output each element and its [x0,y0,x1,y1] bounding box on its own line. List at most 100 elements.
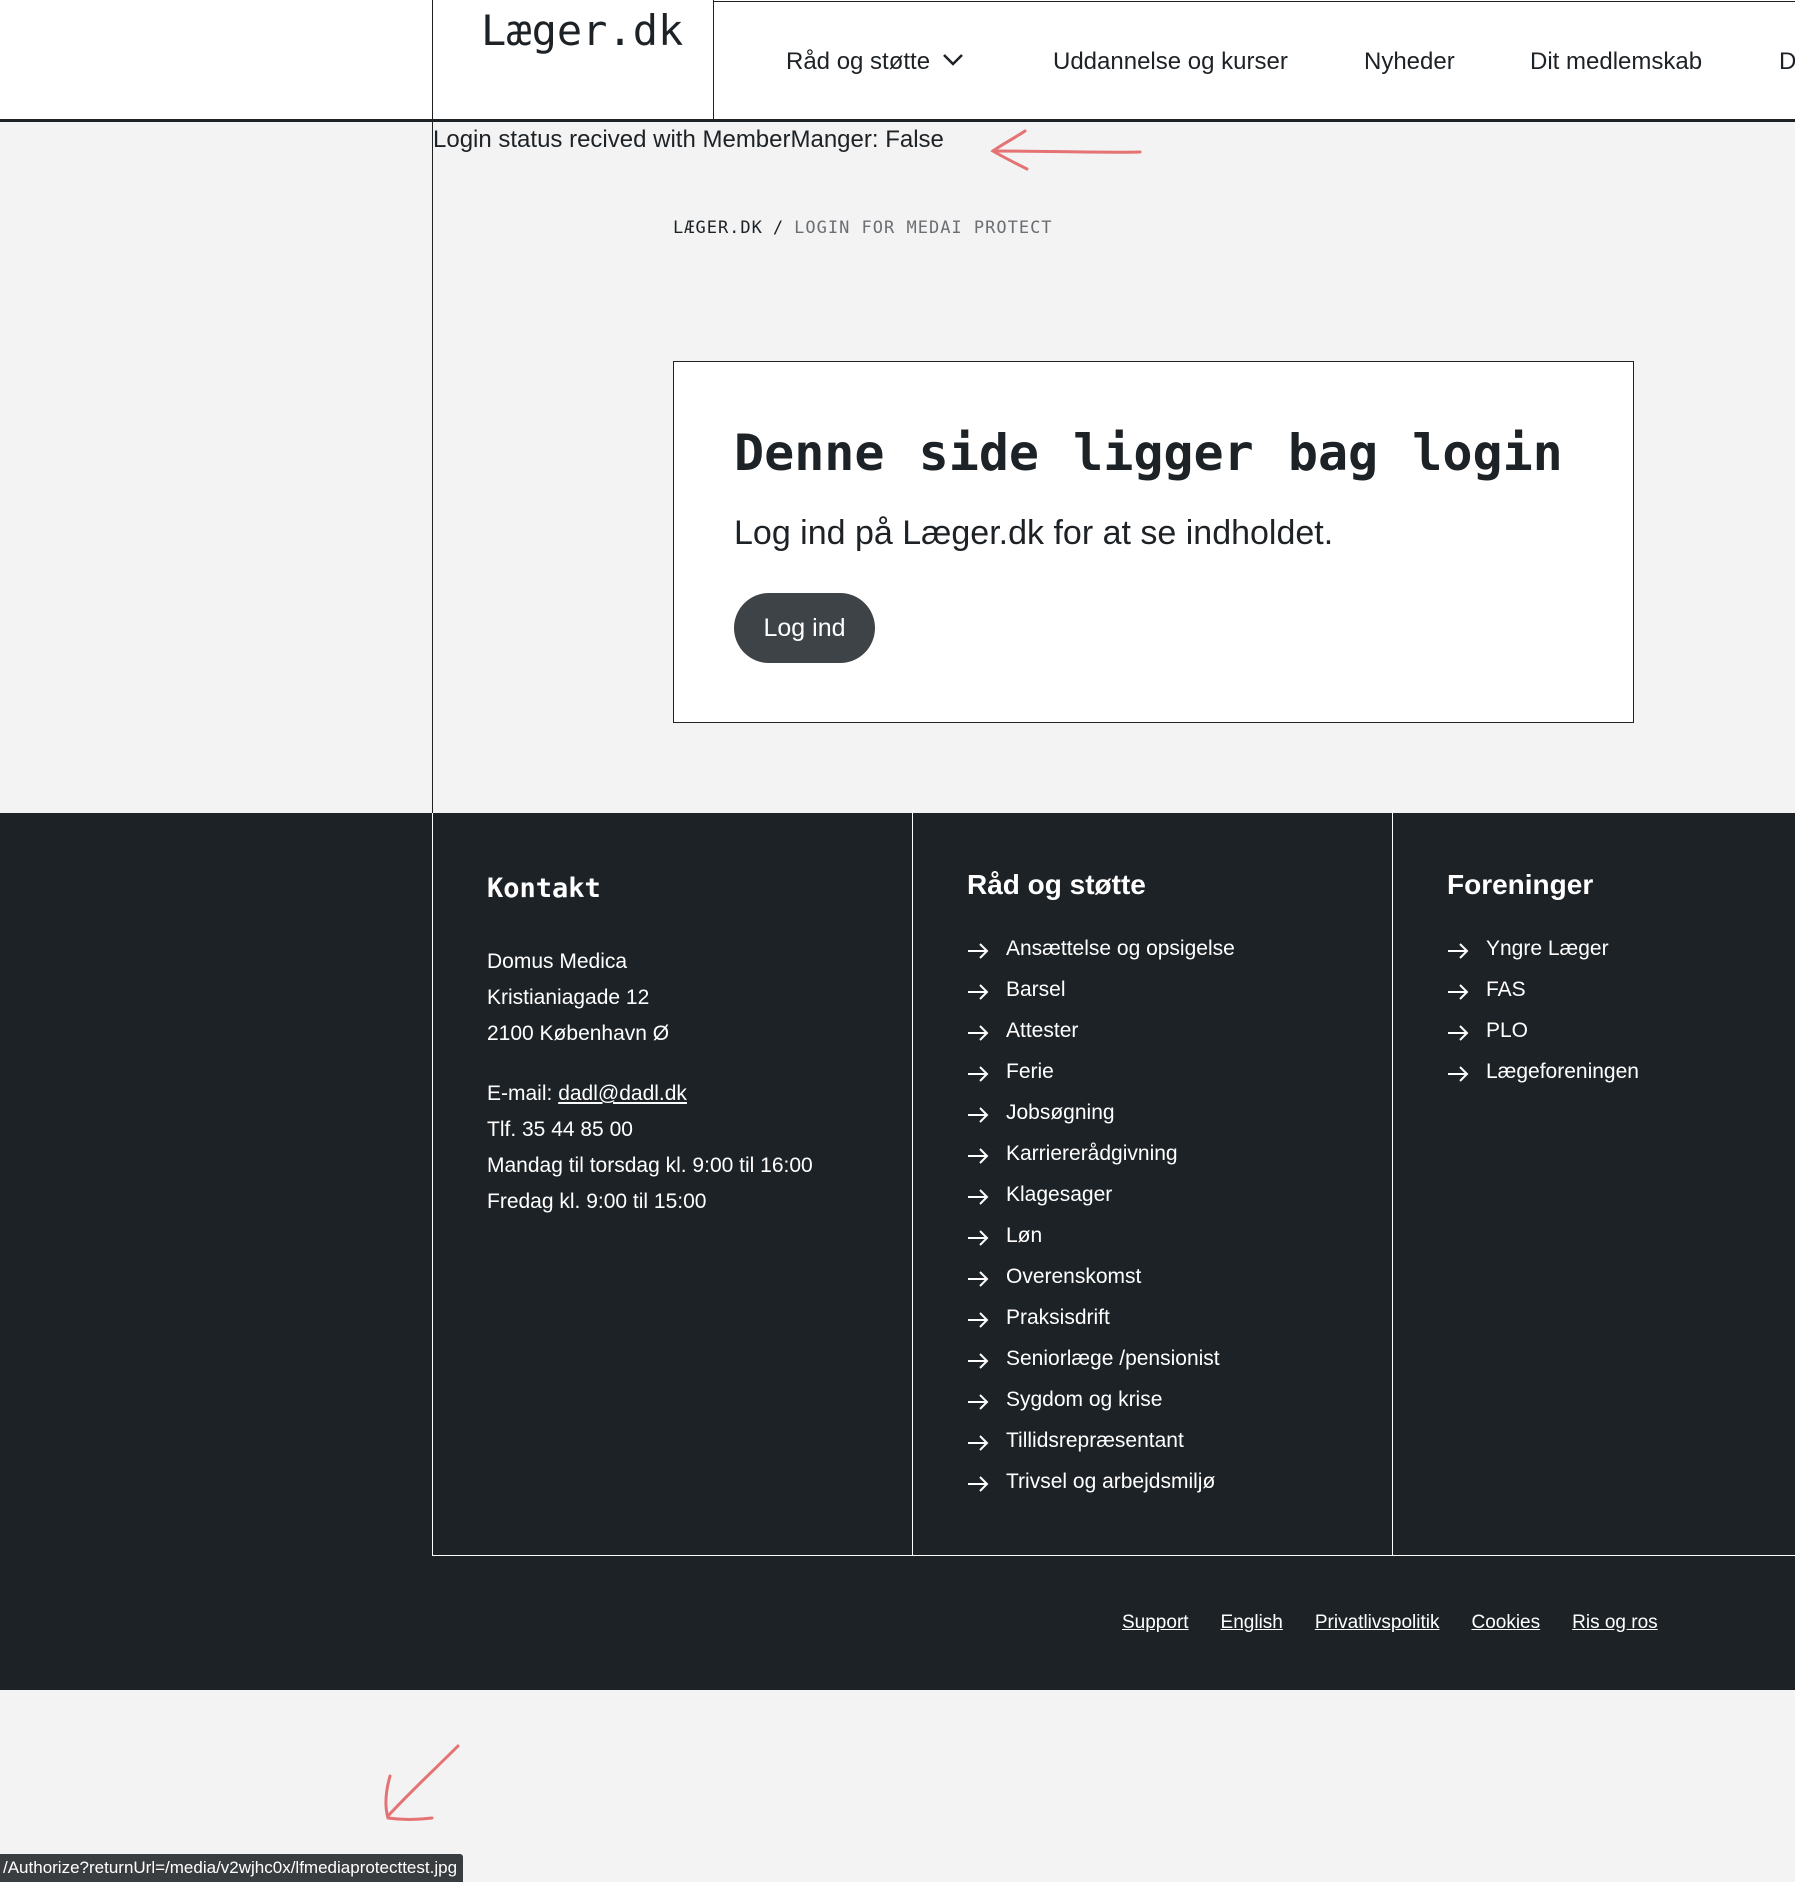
nav-item-overflow[interactable]: D [1779,48,1795,76]
footer-support-link-label: Ferie [1006,1059,1054,1083]
email-link[interactable]: dadl@dadl.dk [558,1082,687,1105]
footer-association-link[interactable]: Lægeforeningen [1447,1051,1639,1092]
annotation-arrow-down-left-icon [376,1740,466,1835]
footer-association-link-label: Lægeforeningen [1486,1059,1639,1083]
footer-divider [912,813,913,1556]
nav-item-uddannelse[interactable]: Uddannelse og kurser [1053,48,1288,76]
footer-support-link-label: Overenskomst [1006,1264,1142,1288]
arrow-right-icon [967,1351,989,1369]
footer-association-link[interactable]: FAS [1447,969,1639,1010]
browser-status-bar-url: /Authorize?returnUrl=/media/v2wjhc0x/lfm… [0,1854,464,1882]
arrow-right-icon [967,1392,989,1410]
site-footer: Kontakt Domus Medica Kristianiagade 12 2… [0,813,1795,1690]
contact-hours-line: Mandag til torsdag kl. 9:00 til 16:00 [487,1154,813,1177]
footer-bottom-link[interactable]: Support [1122,1612,1189,1633]
footer-support-link[interactable]: Trivsel og arbejdsmiljø [967,1461,1235,1502]
contact-phone: Tlf. 35 44 85 00 [487,1118,633,1141]
arrow-right-icon [1447,982,1469,1000]
footer-bottom-divider [432,1555,1795,1556]
arrow-right-icon [1447,1023,1469,1041]
footer-bottom-link[interactable]: Privatlivspolitik [1315,1612,1440,1633]
footer-contact-info: Domus Medica Kristianiagade 12 2100 Købe… [487,944,813,1220]
contact-email-line: E-mail: dadl@dadl.dk [487,1076,813,1112]
breadcrumb: LÆGER.DK / LOGIN FOR MEDAI PROTECT [673,218,1053,238]
contact-hours-line: Fredag kl. 9:00 til 15:00 [487,1190,707,1213]
footer-support-link[interactable]: Barsel [967,969,1235,1010]
footer-support-link[interactable]: Klagesager [967,1174,1235,1215]
footer-support-link[interactable]: Ferie [967,1051,1235,1092]
breadcrumb-current: LOGIN FOR MEDAI PROTECT [794,218,1053,238]
arrow-right-icon [967,1474,989,1492]
footer-associations-list: Yngre Læger FAS PLO Lægeforeningen [1447,928,1639,1092]
nav-item-nyheder[interactable]: Nyheder [1364,48,1455,76]
footer-support-link-label: Ansættelse og opsigelse [1006,936,1235,960]
footer-association-link[interactable]: Yngre Læger [1447,928,1639,969]
footer-support-link[interactable]: Attester [967,1010,1235,1051]
arrow-right-icon [1447,1064,1469,1082]
footer-support-link[interactable]: Praksisdrift [967,1297,1235,1338]
login-status-text: Login status recived with MemberManger: … [433,126,944,153]
footer-support-link[interactable]: Seniorlæge /pensionist [967,1338,1235,1379]
nav-item-raad-og-stoette[interactable]: Råd og støtte [786,48,964,77]
main-nav: Råd og støtte Uddannelse og kurser Nyhed… [714,0,1795,122]
footer-support-link-label: Jobsøgning [1006,1100,1115,1124]
breadcrumb-separator: / [772,218,785,238]
footer-support-link[interactable]: Overenskomst [967,1256,1235,1297]
annotation-arrow-left-icon [985,125,1145,180]
footer-support-link-label: Praksisdrift [1006,1305,1110,1329]
footer-support-link[interactable]: Løn [967,1215,1235,1256]
arrow-right-icon [967,1146,989,1164]
site-header: Læger.dk Råd og støtte Uddannelse og kur… [0,0,1795,122]
arrow-right-icon [967,1105,989,1123]
nav-item-medlemskab[interactable]: Dit medlemskab [1530,48,1702,76]
footer-support-link[interactable]: Ansættelse og opsigelse [967,928,1235,969]
footer-association-link-label: FAS [1486,977,1526,1001]
footer-bottom-link[interactable]: English [1221,1612,1283,1633]
site-logo[interactable]: Læger.dk [481,6,683,55]
footer-support-link[interactable]: Sygdom og krise [967,1379,1235,1420]
footer-support-link[interactable]: Jobsøgning [967,1092,1235,1133]
contact-address-line: Domus Medica [487,950,628,973]
arrow-right-icon [967,1228,989,1246]
arrow-right-icon [967,1187,989,1205]
footer-support-link-label: Løn [1006,1223,1043,1247]
footer-support-link-label: Trivsel og arbejdsmiljø [1006,1469,1216,1493]
nav-item-label: Råd og støtte [786,48,931,75]
footer-support-link[interactable]: Karriererådgivning [967,1133,1235,1174]
footer-support-heading: Råd og støtte [967,869,1146,900]
login-button[interactable]: Log ind [734,593,875,663]
footer-bottom-link[interactable]: Ris og ros [1572,1612,1658,1633]
footer-contact-heading: Kontakt [487,873,601,904]
breadcrumb-home-link[interactable]: LÆGER.DK [673,218,763,238]
content-left-border [432,122,433,814]
arrow-right-icon [967,1064,989,1082]
arrow-right-icon [967,1433,989,1451]
email-label: E-mail: [487,1082,559,1105]
page-title: Denne side ligger bag login [734,424,1563,482]
footer-association-link-label: PLO [1486,1018,1529,1042]
footer-bottom-links: Support English Privatlivspolitik Cookies Ri… [1122,1612,1690,1634]
arrow-right-icon [967,1310,989,1328]
arrow-right-icon [967,1023,989,1041]
login-required-message: Log ind på Læger.dk for at se indholdet. [734,514,1334,552]
footer-support-link-label: Sygdom og krise [1006,1387,1163,1411]
contact-address-line: Kristianiagade 12 [487,986,650,1009]
footer-associations-heading: Foreninger [1447,869,1594,900]
logo-box: Læger.dk [432,0,714,122]
footer-association-link-label: Yngre Læger [1486,936,1609,960]
footer-association-link[interactable]: PLO [1447,1010,1639,1051]
footer-support-link-label: Tillidsrepræsentant [1006,1428,1184,1452]
footer-support-link[interactable]: Tillidsrepræsentant [967,1420,1235,1461]
arrow-right-icon [1447,941,1469,959]
footer-support-link-label: Klagesager [1006,1182,1113,1206]
chevron-down-icon [942,46,964,74]
footer-support-link-label: Barsel [1006,977,1066,1001]
footer-support-list: Ansættelse og opsigelse Barsel Attester Fer… [967,928,1235,1502]
footer-support-link-label: Seniorlæge /pensionist [1006,1346,1220,1370]
footer-divider [432,813,433,1556]
footer-support-link-label: Karriererådgivning [1006,1141,1178,1165]
login-required-card: Denne side ligger bag login Log ind på L… [673,361,1634,723]
arrow-right-icon [967,1269,989,1287]
footer-bottom-link[interactable]: Cookies [1471,1612,1540,1633]
footer-support-link-label: Attester [1006,1018,1079,1042]
